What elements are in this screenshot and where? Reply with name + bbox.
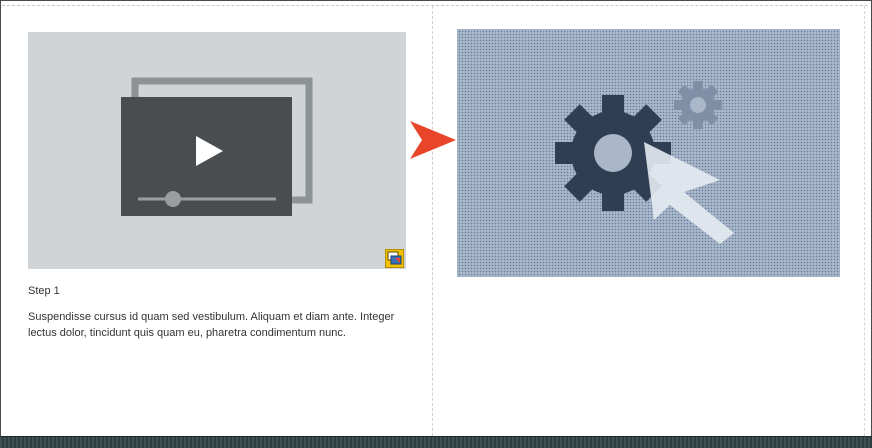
image-resize-handle-icon[interactable] <box>385 249 404 268</box>
column-divider <box>432 6 433 436</box>
settings-illustration-image[interactable] <box>457 29 840 277</box>
settings-gear-cursor-icon <box>555 81 734 244</box>
step-description: Suspendisse cursus id quam sed vestibulu… <box>28 311 395 339</box>
next-arrow-icon <box>408 119 458 163</box>
video-placeholder-image[interactable] <box>28 32 406 269</box>
step-title: Step 1 <box>28 285 60 297</box>
bottom-status-bar <box>0 436 872 448</box>
video-playlist-icon <box>121 77 313 216</box>
top-guide-line <box>2 5 868 6</box>
right-guide-line <box>864 6 865 436</box>
